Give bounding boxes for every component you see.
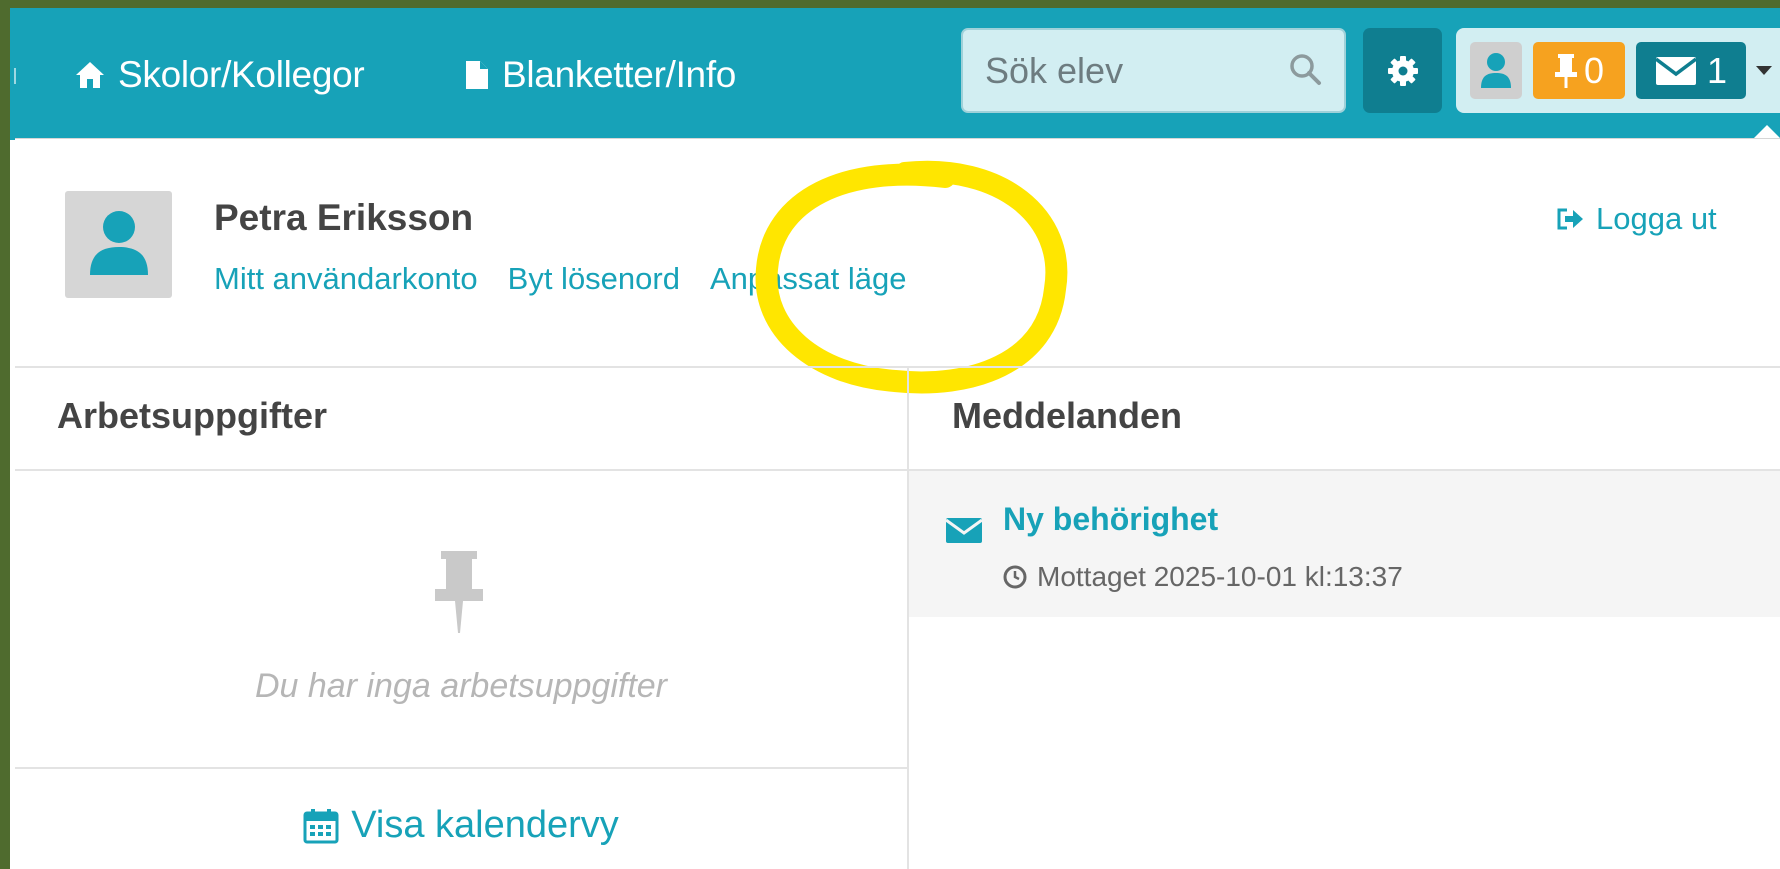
my-account-link[interactable]: Mitt användarkonto	[214, 261, 478, 297]
tasks-heading: Arbetsuppgifter	[57, 395, 327, 436]
sign-out-icon	[1557, 208, 1583, 230]
home-icon	[76, 62, 104, 88]
logout-link[interactable]: Logga ut	[1556, 201, 1717, 237]
logout-label: Logga ut	[1596, 201, 1717, 236]
message-item[interactable]: Ny behörighet Mottaget 2025-10-01 kl:13:…	[909, 471, 1780, 617]
caret-down-icon[interactable]	[1756, 66, 1772, 75]
tasks-badge-button[interactable]: 0	[1533, 42, 1625, 99]
file-icon	[466, 61, 488, 89]
tasks-empty-text: Du har inga arbetsuppgifter	[254, 667, 668, 705]
user-name: Petra Eriksson	[214, 197, 474, 238]
user-avatar-small[interactable]	[1470, 42, 1522, 99]
settings-button[interactable]	[1363, 28, 1442, 113]
column-divider	[907, 367, 909, 869]
divider	[15, 767, 907, 769]
user-dropdown-panel: Petra Eriksson Mitt användarkonto Byt lö…	[15, 138, 1780, 869]
messages-count: 1	[1706, 49, 1728, 91]
calendar-icon	[303, 808, 339, 843]
search-icon[interactable]	[1288, 52, 1322, 86]
avatar	[65, 191, 172, 298]
dropdown-arrow	[1753, 125, 1780, 139]
envelope-icon	[1654, 56, 1697, 85]
messages-badge-button[interactable]: 1	[1636, 42, 1746, 99]
message-subject[interactable]: Ny behörighet	[1003, 501, 1218, 538]
pin-icon	[1554, 53, 1577, 88]
calendar-link-label: Visa kalendervy	[351, 804, 619, 846]
nav-forms-info[interactable]: Blanketter/Info	[464, 50, 736, 100]
nav-forms-label: Blanketter/Info	[502, 54, 737, 95]
message-received: Mottaget 2025-10-01 kl:13:37	[1003, 561, 1403, 593]
calendar-view-link[interactable]: Visa kalendervy	[15, 804, 907, 847]
highlight-annotation-circle	[755, 160, 1068, 394]
divider	[15, 366, 1780, 368]
navbar-edge-divider	[14, 68, 16, 84]
top-navbar: Skolor/Kollegor Blanketter/Info Sök elev…	[10, 8, 1780, 140]
search-input[interactable]	[985, 49, 1285, 92]
user-icon	[89, 210, 148, 275]
message-received-text: Mottaget 2025-10-01 kl:13:37	[1037, 561, 1403, 592]
user-icon	[1481, 52, 1511, 88]
envelope-icon	[945, 518, 983, 543]
clock-icon	[1003, 565, 1027, 589]
tasks-count: 0	[1583, 49, 1605, 91]
student-search	[961, 28, 1346, 113]
user-menu-toggle[interactable]: 0 1	[1456, 28, 1780, 113]
messages-heading: Meddelanden	[952, 395, 1183, 436]
pin-icon	[435, 551, 483, 633]
change-password-link[interactable]: Byt lösenord	[508, 261, 680, 297]
gear-icon	[1387, 55, 1418, 86]
app-window: Skolor/Kollegor Blanketter/Info Sök elev…	[10, 8, 1780, 869]
nav-schools-label: Skolor/Kollegor	[118, 54, 365, 95]
nav-schools-colleagues[interactable]: Skolor/Kollegor	[74, 50, 365, 100]
